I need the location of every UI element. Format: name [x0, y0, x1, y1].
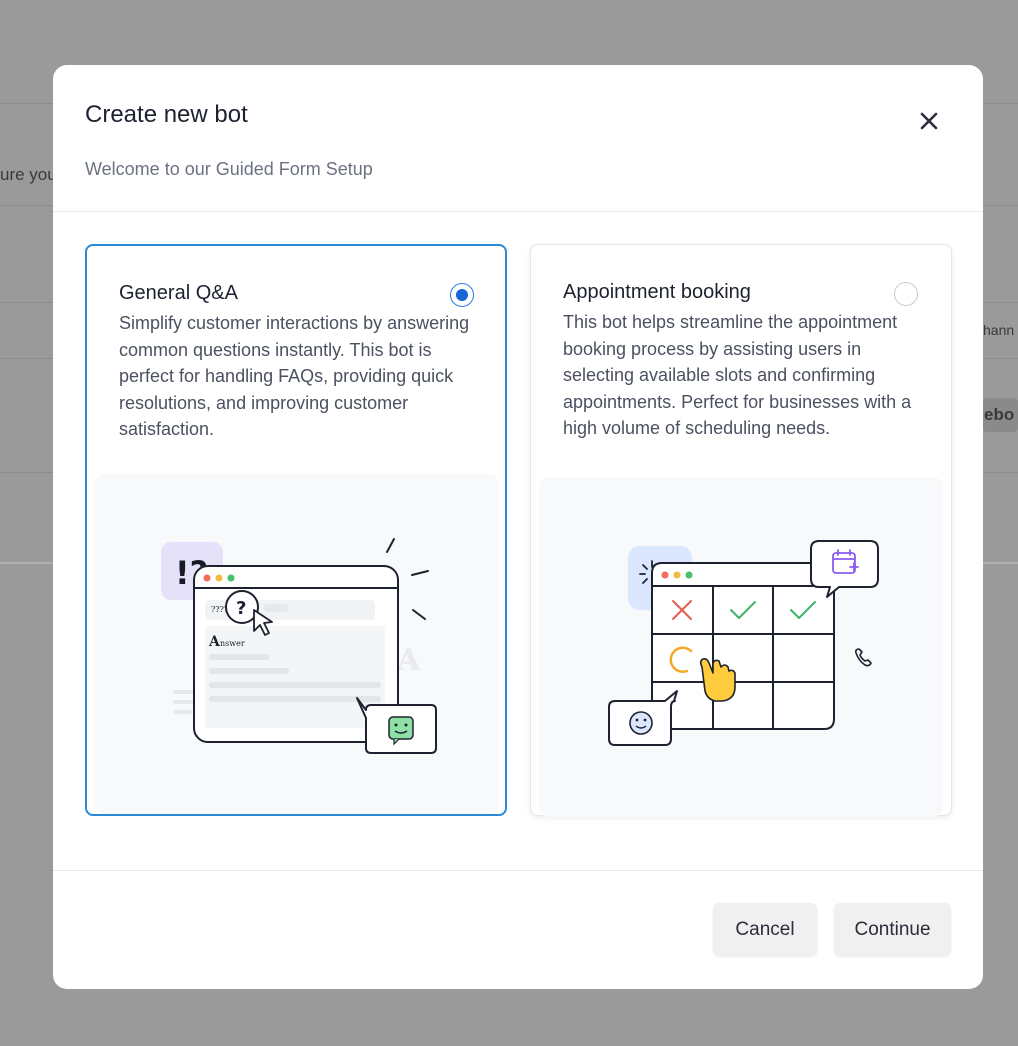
option-radio-appointment-booking[interactable] — [894, 282, 918, 306]
qa-illustration-art: A !? ???? A nswer ? — [161, 538, 437, 754]
modal-header: Create new bot Welcome to our Guided For… — [53, 65, 983, 212]
background-text: ebo — [984, 405, 1015, 424]
option-description: This bot helps streamline the appointmen… — [563, 312, 912, 439]
footer-divider — [53, 870, 983, 871]
faded-letter: A — [396, 643, 421, 678]
modal-title: Create new bot — [85, 101, 248, 128]
svg-text:nswer: nswer — [220, 639, 245, 648]
question-glyph: ? — [236, 598, 246, 619]
option-description: Simplify customer interactions by answer… — [119, 313, 470, 440]
booking-illustration — [539, 477, 943, 817]
qa-illustration: A !? ???? A nswer ? — [95, 474, 499, 814]
continue-button[interactable]: Continue — [834, 903, 951, 956]
cancel-button[interactable]: Cancel — [713, 903, 817, 956]
option-card-general-qa[interactable]: General Q&A Simplify customer interactio… — [85, 244, 507, 816]
modal-subtitle: Welcome to our Guided Form Setup — [85, 159, 373, 179]
booking-illustration-art — [608, 540, 879, 746]
option-title: Appointment booking — [563, 281, 751, 303]
close-button[interactable] — [913, 105, 945, 137]
header-divider — [53, 211, 983, 212]
option-title: General Q&A — [119, 282, 238, 304]
radio-dot — [456, 289, 468, 301]
background-text: hann — [983, 322, 1015, 338]
option-card-appointment-booking[interactable]: Appointment booking This bot helps strea… — [530, 244, 952, 817]
option-radio-general-qa[interactable] — [450, 283, 474, 307]
background-text: ure you — [0, 165, 57, 184]
close-icon — [920, 112, 938, 130]
create-bot-modal: Create new bot Welcome to our Guided For… — [53, 65, 983, 989]
